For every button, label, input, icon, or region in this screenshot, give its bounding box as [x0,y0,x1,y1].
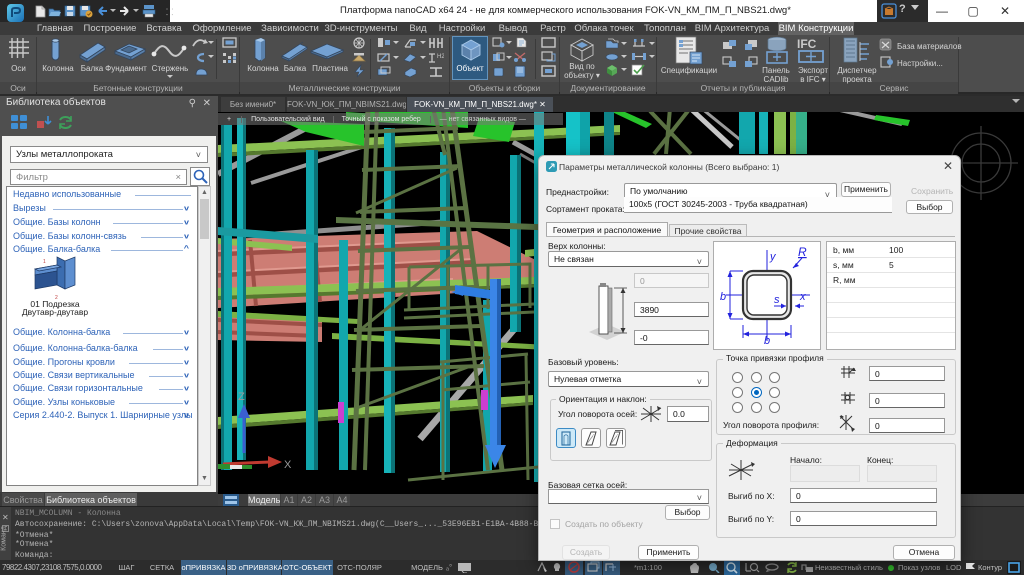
svg-text:b: b [720,291,726,303]
svg-text:1: 1 [43,259,46,265]
svg-text:Z: Z [238,391,245,403]
svg-text:R: R [798,245,807,259]
svg-text:b: b [764,335,770,347]
svg-text:s: s [774,294,780,306]
svg-text:y: y [769,251,777,263]
svg-text:X: X [284,459,292,471]
svg-text:x: x [799,291,806,303]
svg-text:H2: H2 [437,54,444,60]
